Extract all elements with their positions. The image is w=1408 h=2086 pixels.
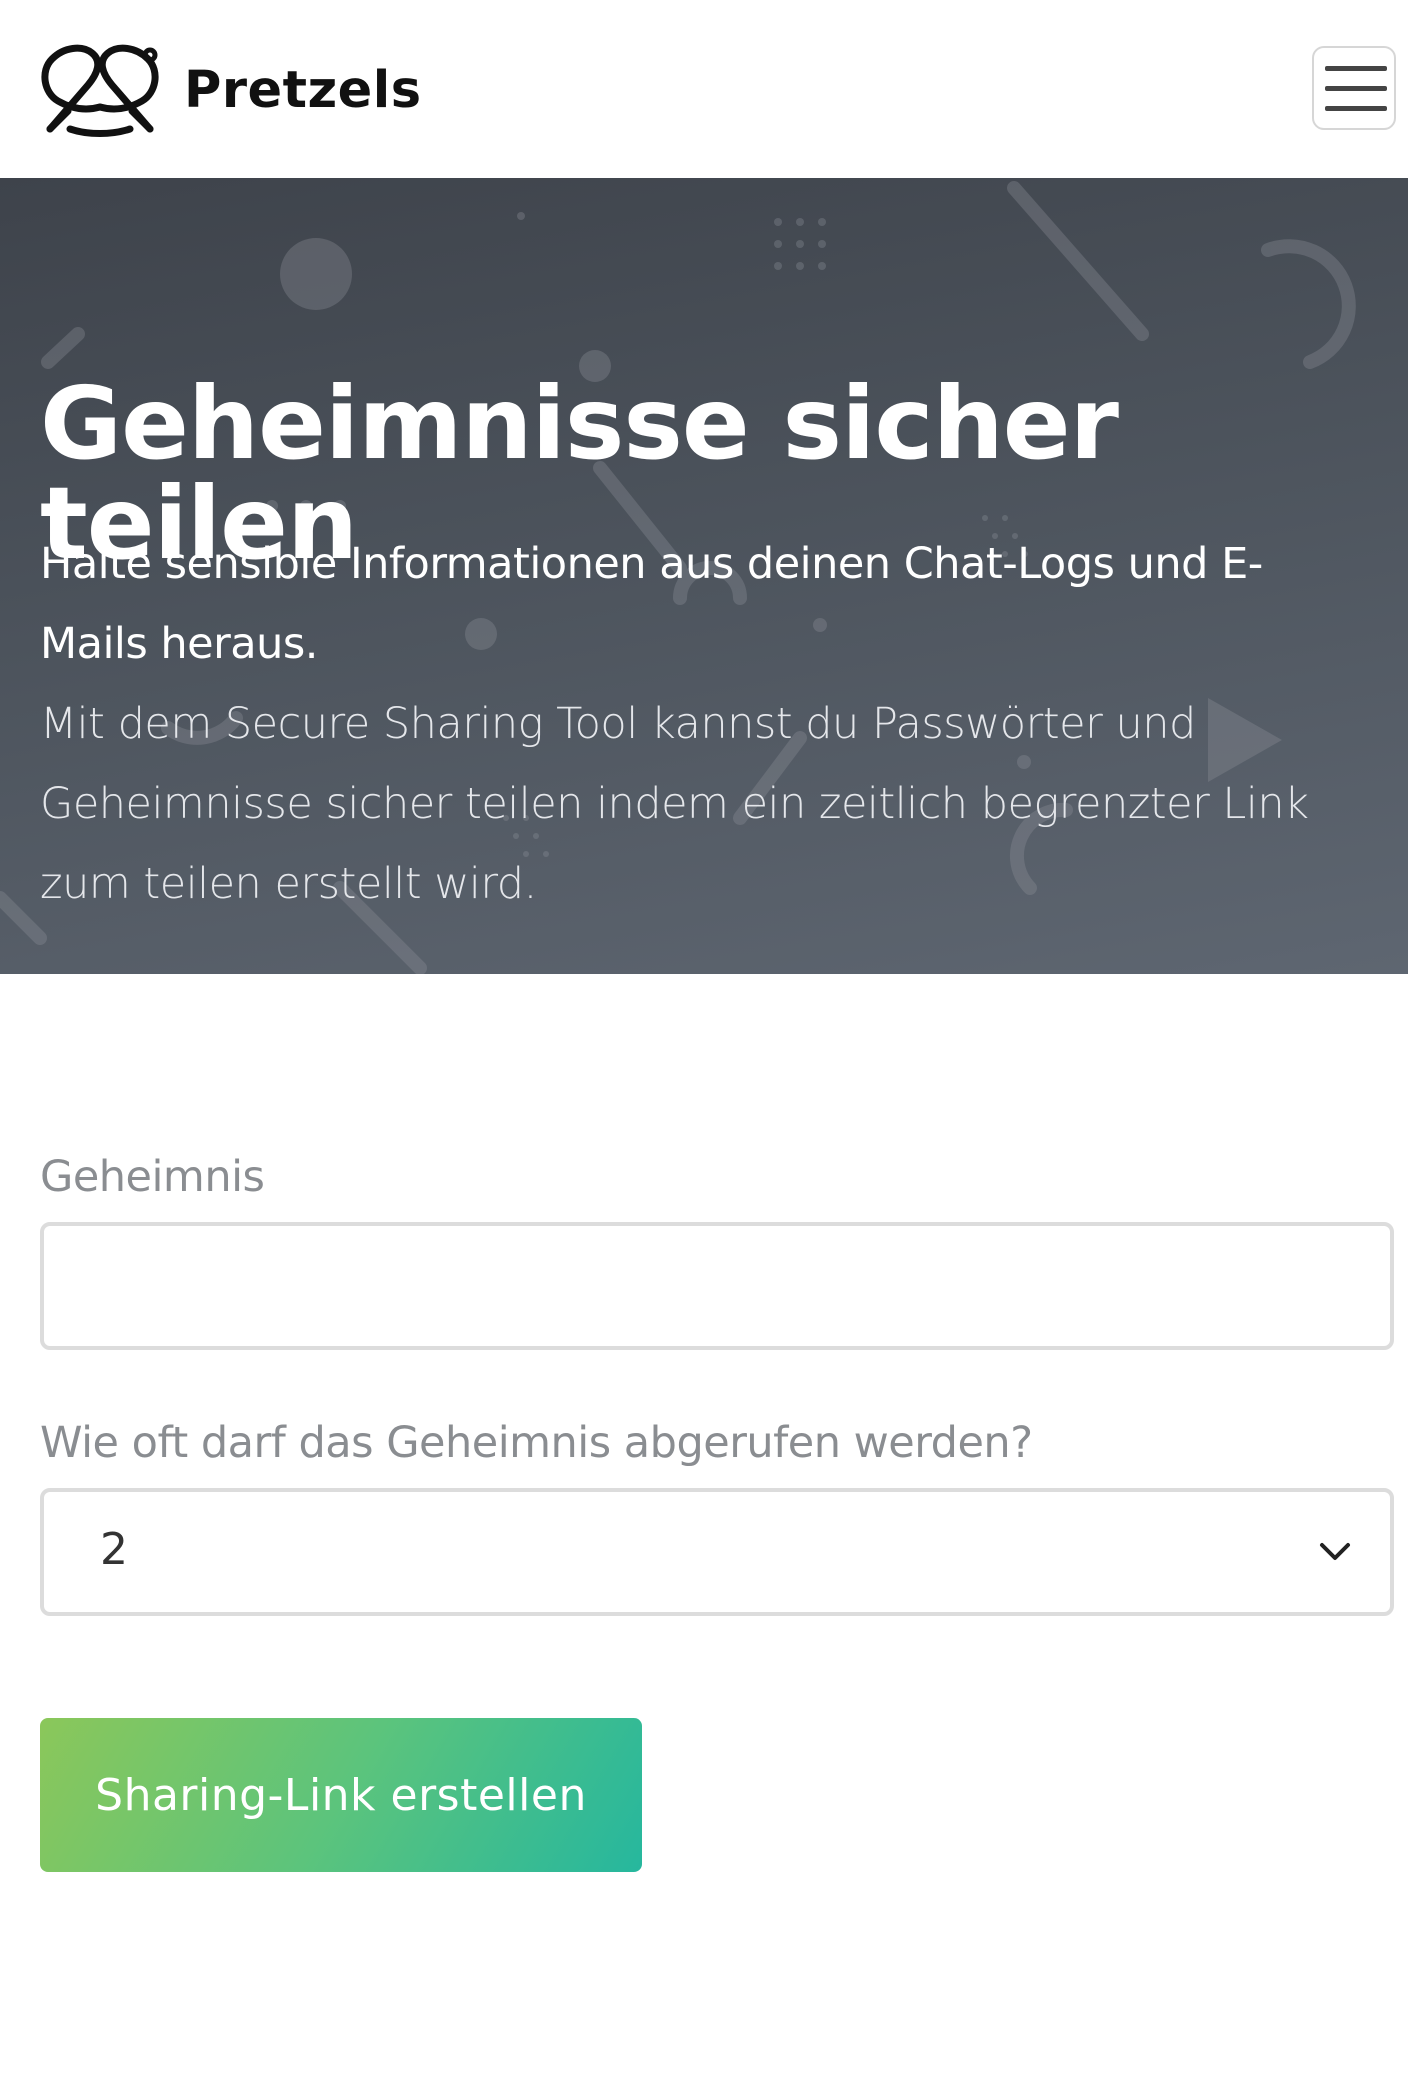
brand-name: Pretzels [184,60,422,120]
secret-input[interactable] [40,1222,1394,1350]
menu-toggle-button[interactable] [1312,46,1396,130]
site-header: Pretzels [0,0,1408,178]
hero-lead-text: Halte sensible Informationen aus deinen … [40,539,1263,669]
view-count-value: 2 [100,1524,128,1575]
secret-label: Geheimnis [40,1152,265,1202]
pretzel-logo-icon [41,44,159,137]
hero-description: Mit dem Secure Sharing Tool kannst du Pa… [40,699,1309,909]
view-count-select[interactable]: 2 [40,1488,1394,1616]
brand-logo-link[interactable]: Pretzels [38,40,422,140]
view-count-label: Wie oft darf das Geheimnis abgerufen wer… [40,1418,1033,1468]
create-sharing-link-button[interactable]: Sharing-Link erstellen [40,1718,642,1872]
hero-section: Geheimnisse sicher teilen Halte sensible… [0,178,1408,974]
chevron-down-icon [1320,1543,1350,1560]
